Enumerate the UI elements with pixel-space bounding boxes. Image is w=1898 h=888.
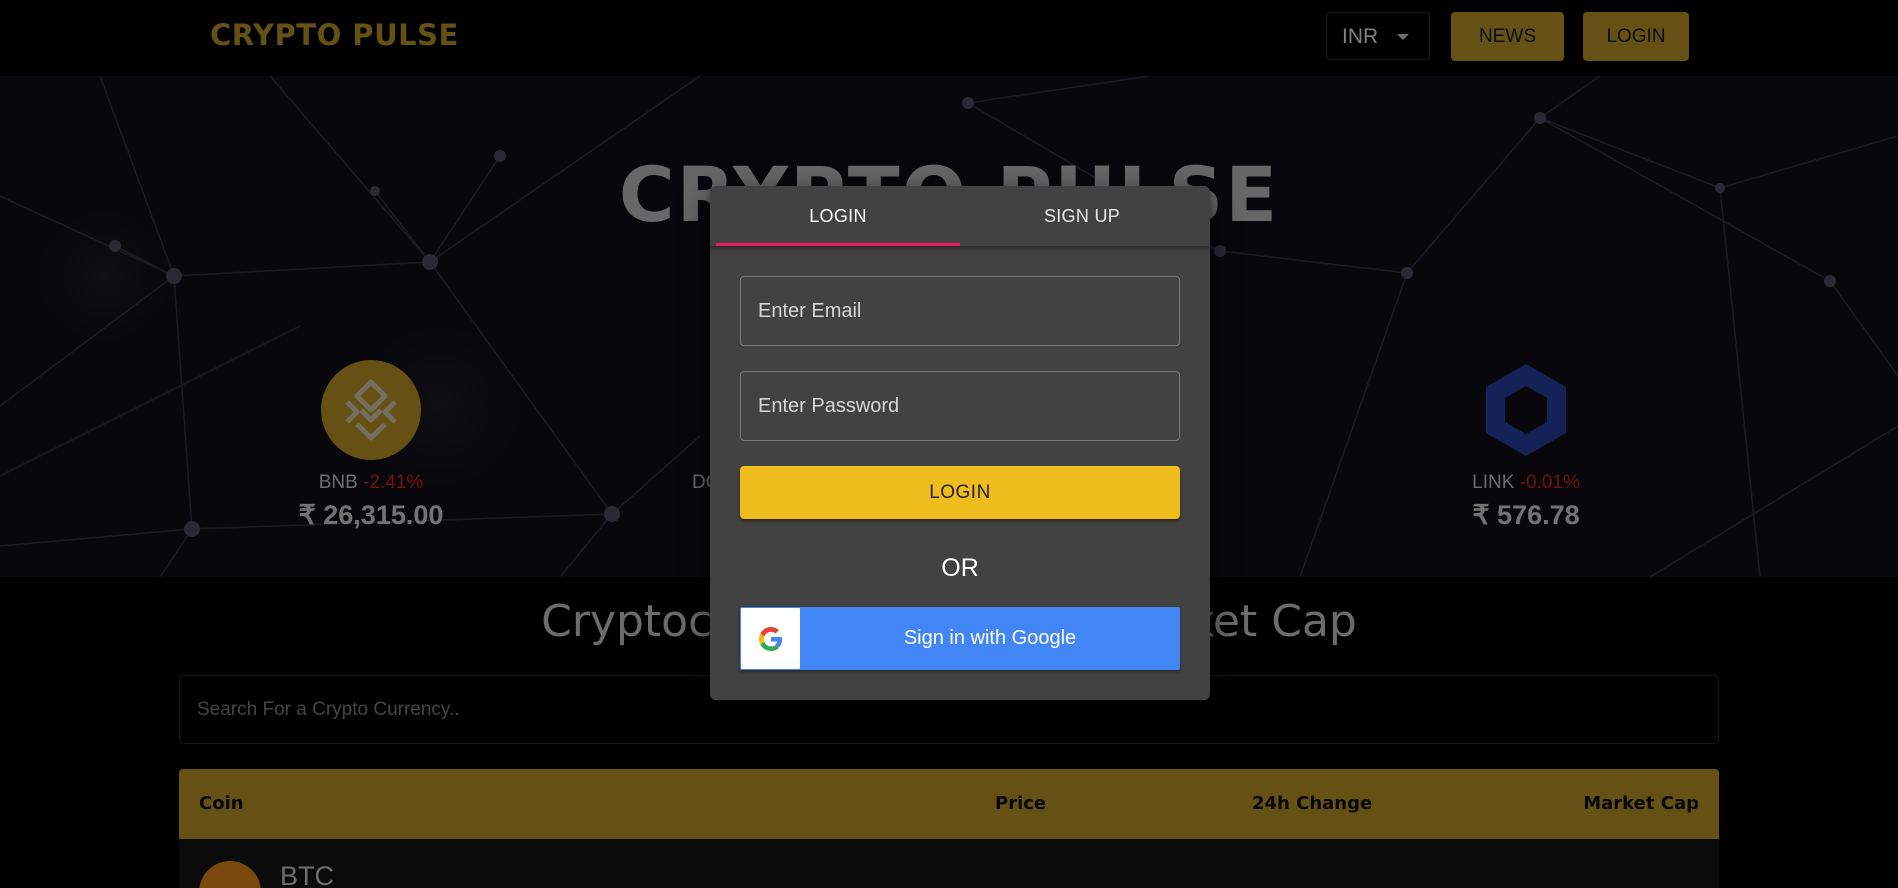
auth-tabs: LOGIN SIGN UP <box>710 186 1210 246</box>
tab-login[interactable]: LOGIN <box>716 186 960 246</box>
password-field[interactable] <box>740 371 1180 441</box>
tab-sign-up[interactable]: SIGN UP <box>960 186 1204 246</box>
google-sign-in-button[interactable]: Sign in with Google <box>740 607 1180 670</box>
google-sign-in-label: Sign in with Google <box>903 627 1077 649</box>
tab-indicator <box>716 243 960 246</box>
email-field[interactable] <box>740 276 1180 346</box>
or-divider: OR <box>941 554 979 582</box>
google-icon <box>759 627 783 651</box>
login-submit-button[interactable]: LOGIN <box>740 466 1180 519</box>
auth-modal: LOGIN SIGN UP LOGIN OR Sign in with Goog… <box>710 186 1210 700</box>
